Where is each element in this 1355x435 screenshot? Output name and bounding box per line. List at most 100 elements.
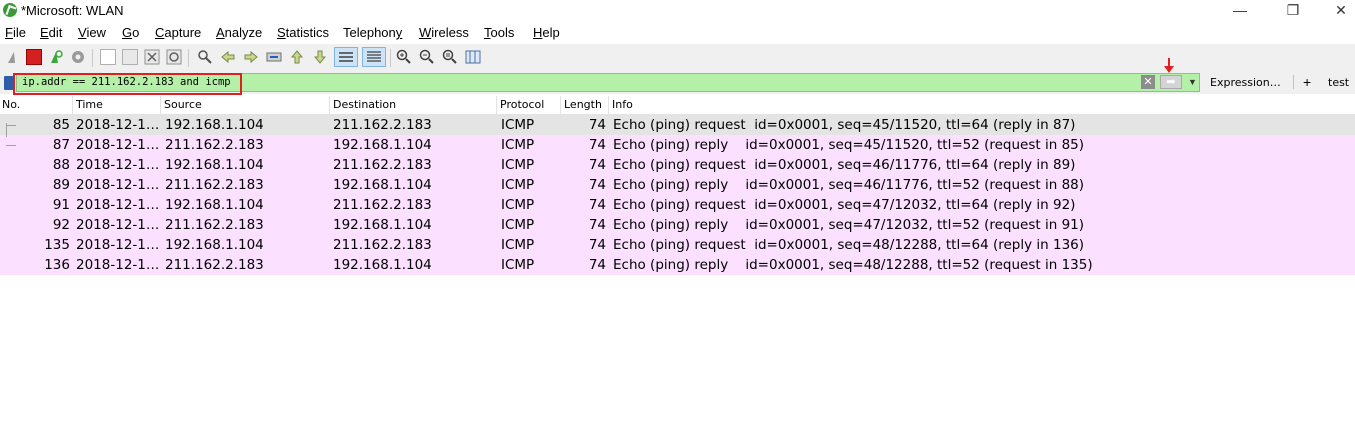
- column-divider[interactable]: [72, 96, 73, 114]
- packet-info: Echo (ping) request id=0x0001, seq=46/11…: [613, 157, 1076, 173]
- zoom-normal-icon[interactable]: [442, 49, 458, 65]
- packet-info: Echo (ping) reply id=0x0001, seq=45/1152…: [613, 137, 1085, 153]
- packet-protocol: ICMP: [501, 177, 535, 193]
- packet-row[interactable]: 136 2018-12-1… 211.162.2.183 192.168.1.1…: [0, 255, 1355, 275]
- zoom-out-icon[interactable]: [419, 49, 435, 65]
- reload-file-icon[interactable]: [166, 49, 182, 65]
- column-header-no[interactable]: No.: [0, 98, 20, 112]
- menu-edit[interactable]: Edit: [40, 25, 62, 40]
- packet-row[interactable]: 135 2018-12-1… 192.168.1.104 211.162.2.1…: [0, 235, 1355, 255]
- packet-length: 74: [588, 217, 606, 233]
- minimize-button[interactable]: —: [1217, 0, 1263, 22]
- find-packet-icon[interactable]: [197, 49, 213, 65]
- packet-row[interactable]: 92 2018-12-1… 211.162.2.183 192.168.1.10…: [0, 215, 1355, 235]
- clear-filter-icon[interactable]: ✕: [1141, 75, 1155, 89]
- menu-file[interactable]: File: [5, 25, 26, 40]
- stop-capture-icon[interactable]: [26, 49, 42, 65]
- packet-no: 89: [52, 177, 70, 193]
- maximize-button[interactable]: ❐: [1270, 0, 1316, 22]
- filter-button-test[interactable]: test: [1328, 76, 1349, 89]
- packet-time: 2018-12-1…: [76, 157, 160, 173]
- menu-statistics[interactable]: Statistics: [277, 25, 329, 40]
- column-divider[interactable]: [160, 96, 161, 114]
- packet-info: Echo (ping) reply id=0x0001, seq=46/1177…: [613, 177, 1085, 193]
- menu-help[interactable]: Help: [533, 25, 560, 40]
- column-divider[interactable]: [496, 96, 497, 114]
- annotation-highlight-box: [13, 73, 242, 95]
- packet-info: Echo (ping) request id=0x0001, seq=45/11…: [613, 117, 1076, 133]
- annotation-arrow-head-icon: [1164, 66, 1174, 73]
- packet-info: Echo (ping) reply id=0x0001, seq=48/1228…: [613, 257, 1093, 273]
- main-toolbar: [0, 44, 1355, 73]
- expression-button[interactable]: Expression…: [1210, 76, 1281, 89]
- shark-fin-start-icon[interactable]: [6, 49, 22, 65]
- column-divider[interactable]: [560, 96, 561, 114]
- chevron-down-icon[interactable]: ▼: [1186, 75, 1199, 89]
- packet-source: 211.162.2.183: [165, 137, 264, 153]
- menu-tools[interactable]: Tools: [484, 25, 514, 40]
- column-header-info[interactable]: Info: [610, 98, 633, 112]
- packet-info: Echo (ping) request id=0x0001, seq=47/12…: [613, 197, 1076, 213]
- request-arrow-icon: [6, 125, 16, 126]
- column-header-protocol[interactable]: Protocol: [498, 98, 544, 112]
- packet-protocol: ICMP: [501, 257, 535, 273]
- menu-wireless[interactable]: Wireless: [419, 25, 469, 40]
- menu-analyze[interactable]: Analyze: [216, 25, 262, 40]
- column-divider[interactable]: [329, 96, 330, 114]
- packet-source: 211.162.2.183: [165, 257, 264, 273]
- packet-time: 2018-12-1…: [76, 137, 160, 153]
- restart-capture-icon[interactable]: [48, 49, 64, 65]
- menu-view[interactable]: View: [78, 25, 106, 40]
- colorize-icon[interactable]: [362, 47, 386, 67]
- packet-length: 74: [588, 117, 606, 133]
- packet-no: 91: [52, 197, 70, 213]
- packet-length: 74: [588, 197, 606, 213]
- save-file-icon[interactable]: [122, 49, 138, 65]
- column-header-time[interactable]: Time: [74, 98, 103, 112]
- go-back-icon[interactable]: [220, 49, 236, 65]
- packet-destination: 211.162.2.183: [333, 237, 432, 253]
- packet-info: Echo (ping) reply id=0x0001, seq=47/1203…: [613, 217, 1085, 233]
- packet-row[interactable]: 89 2018-12-1… 211.162.2.183 192.168.1.10…: [0, 175, 1355, 195]
- packet-destination: 192.168.1.104: [333, 137, 432, 153]
- packet-protocol: ICMP: [501, 117, 535, 133]
- menu-telephony[interactable]: Telephony: [343, 25, 402, 40]
- column-header-length[interactable]: Length: [562, 98, 602, 112]
- go-first-packet-icon[interactable]: [289, 49, 305, 65]
- capture-options-icon[interactable]: [70, 49, 86, 65]
- column-header-destination[interactable]: Destination: [331, 98, 396, 112]
- column-header-source[interactable]: Source: [162, 98, 202, 112]
- packet-destination: 192.168.1.104: [333, 177, 432, 193]
- menu-capture[interactable]: Capture: [155, 25, 201, 40]
- packet-destination: 211.162.2.183: [333, 197, 432, 213]
- add-filter-button[interactable]: +: [1303, 74, 1311, 90]
- packet-source: 192.168.1.104: [165, 157, 264, 173]
- filter-separator: [1293, 75, 1294, 89]
- packet-time: 2018-12-1…: [76, 197, 160, 213]
- packet-protocol: ICMP: [501, 237, 535, 253]
- resize-columns-icon[interactable]: [465, 49, 481, 65]
- packet-length: 74: [588, 157, 606, 173]
- go-forward-icon[interactable]: [243, 49, 259, 65]
- packet-time: 2018-12-1…: [76, 237, 160, 253]
- apply-filter-arrow-icon[interactable]: ➡: [1160, 75, 1182, 89]
- packet-protocol: ICMP: [501, 197, 535, 213]
- packet-row[interactable]: 85 2018-12-1… 192.168.1.104 211.162.2.18…: [0, 115, 1355, 135]
- packet-row[interactable]: 87 2018-12-1… 211.162.2.183 192.168.1.10…: [0, 135, 1355, 155]
- packet-no: 88: [52, 157, 70, 173]
- menu-go[interactable]: Go: [122, 25, 139, 40]
- go-to-packet-icon[interactable]: [266, 49, 282, 65]
- packet-row[interactable]: 88 2018-12-1… 192.168.1.104 211.162.2.18…: [0, 155, 1355, 175]
- close-button[interactable]: ✕: [1318, 0, 1355, 22]
- packet-source: 192.168.1.104: [165, 117, 264, 133]
- packet-time: 2018-12-1…: [76, 257, 160, 273]
- auto-scroll-icon[interactable]: [334, 47, 358, 67]
- close-file-icon[interactable]: [144, 49, 160, 65]
- packet-row[interactable]: 91 2018-12-1… 192.168.1.104 211.162.2.18…: [0, 195, 1355, 215]
- column-divider[interactable]: [608, 96, 609, 114]
- go-last-packet-icon[interactable]: [312, 49, 328, 65]
- zoom-in-icon[interactable]: [396, 49, 412, 65]
- open-file-icon[interactable]: [100, 49, 116, 65]
- packet-time: 2018-12-1…: [76, 117, 160, 133]
- menu-bar: File Edit View Go Capture Analyze Statis…: [0, 22, 1355, 44]
